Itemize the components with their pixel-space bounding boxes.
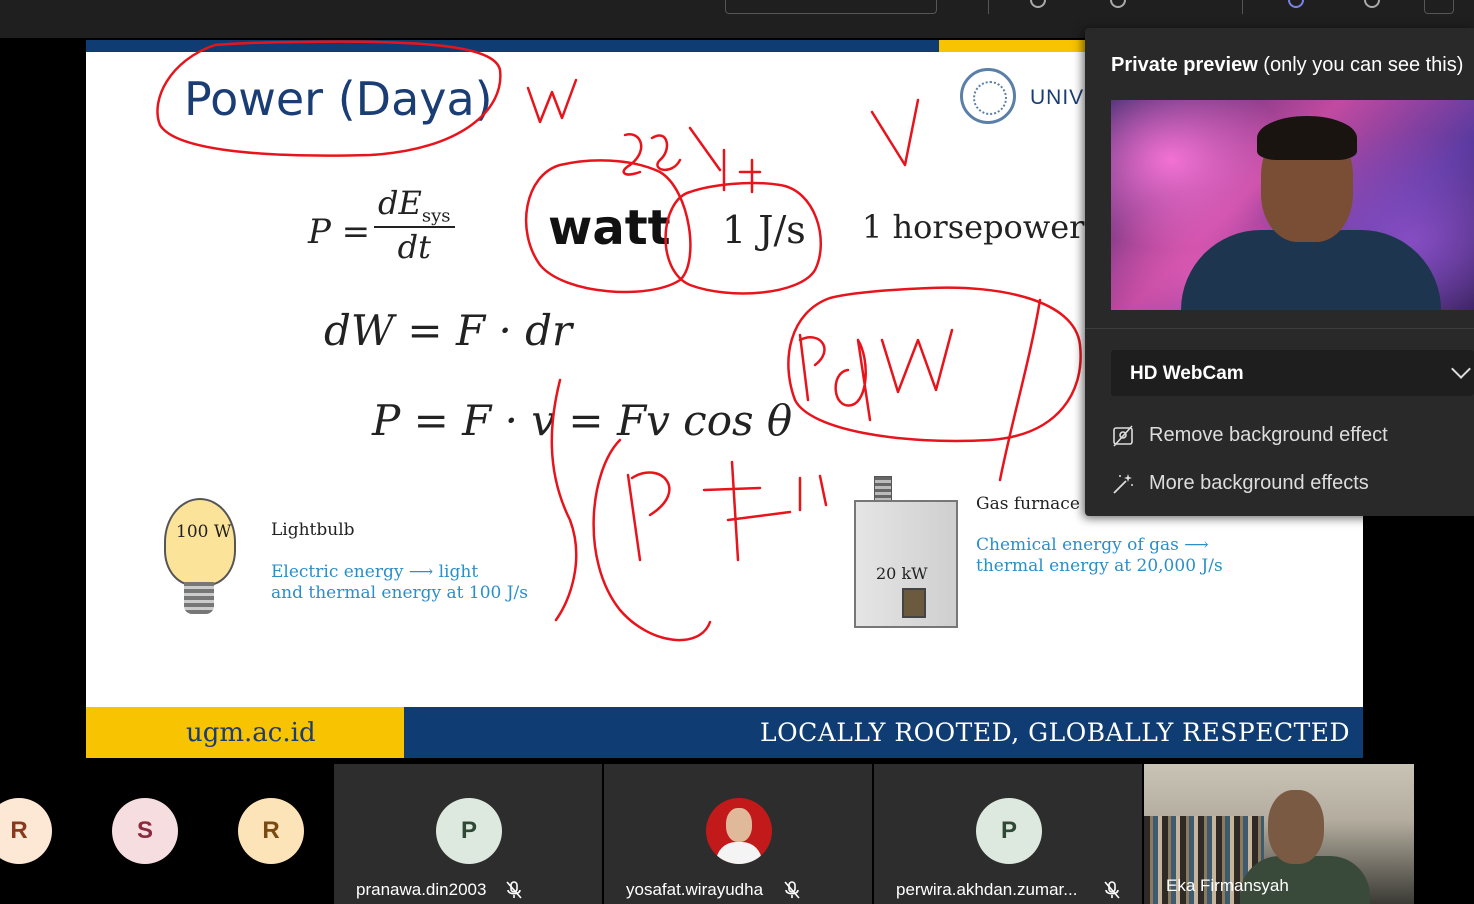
participants-strip: R S R P pranawa.din2003 yosafat.wirayudh… [0,760,1474,904]
preview-person-hair [1257,116,1357,160]
participant-name: pranawa.din2003 [356,880,487,899]
toolbar-button[interactable] [725,0,937,14]
no-background-icon [1113,425,1133,447]
preview-title: Private preview (only you can see this) [1111,54,1463,77]
bulb-base [184,582,214,614]
bulb-wattage: 100 W [176,522,232,542]
magic-wand-icon [1113,474,1133,494]
chevron-down-icon [1451,359,1471,379]
furnace-flame-window [902,588,926,618]
participant-avatar[interactable]: S [112,798,178,864]
photo-face [726,808,752,842]
horsepower-text: 1 horsepower = [862,208,1122,246]
mic-icon[interactable] [1364,0,1380,8]
preview-person-body [1181,230,1441,310]
footer-url: ugm.ac.id [186,718,316,748]
power-fraction: dEsys dt [374,184,455,266]
furnace-flue [874,476,892,502]
power-fraction-numerator: dEsys [374,184,455,229]
work-equation: dW = F · dr [324,306,573,355]
toolbar-divider [1242,0,1243,14]
furnace-caption-line-1: Chemical energy of gas ⟶ [976,535,1209,555]
more-background-option[interactable]: More background effects [1111,468,1471,500]
speaker-video-tile[interactable]: Eka Firmansyah [1144,764,1414,904]
participant-name: Eka Firmansyah [1166,876,1289,895]
participant-tile[interactable]: P pranawa.din2003 [334,764,602,904]
slide-top-band-blue [86,40,939,52]
furnace-caption-line-2: thermal energy at 20,000 J/s [976,556,1223,576]
self-video-preview [1111,100,1474,310]
lightbulb-icon [164,498,236,586]
speaker-head [1268,790,1324,864]
unit-watt: watt [548,200,671,256]
power-fraction-denominator: dt [397,228,431,267]
mic-off-icon [1104,881,1120,899]
camera-select[interactable]: HD WebCam [1111,350,1474,396]
lightbulb-caption-line-1: Electric energy ⟶ light [271,562,479,582]
participant-photo-avatar [706,798,772,864]
reactions-icon[interactable] [1030,0,1046,8]
numerator-text: dE [378,184,422,222]
participant-avatar: P [436,798,502,864]
participant-name: yosafat.wirayudha [626,880,764,899]
share-button[interactable] [1424,0,1454,14]
more-background-label: More background effects [1149,472,1369,494]
camera-icon[interactable] [1288,0,1304,8]
furnace-title: Gas furnace [976,494,1080,514]
lightbulb-caption-line-2: and thermal energy at 100 J/s [271,583,529,603]
private-preview-panel: Private preview (only you can see this) … [1085,28,1474,516]
footer-motto: LOCALLY ROOTED, GLOBALLY RESPECTED [760,718,1351,747]
lightbulb-title: Lightbulb [271,520,355,540]
remove-background-option[interactable]: Remove background effect [1111,420,1471,452]
university-logo [960,68,1016,124]
photo-shirt [716,842,762,864]
mic-off-icon [506,881,522,899]
participant-avatar: P [976,798,1042,864]
participant-tile[interactable]: yosafat.wirayudha [604,764,872,904]
furnace-power: 20 kW [876,564,928,583]
mic-off-icon [784,881,800,899]
remove-background-label: Remove background effect [1149,424,1388,446]
toolbar-divider [988,0,989,14]
participant-tile[interactable]: P perwira.akhdan.zumar... [874,764,1142,904]
power-equation-lhs: P = [308,212,371,252]
participant-name: perwira.akhdan.zumar... [896,880,1078,899]
more-options-icon[interactable] [1110,0,1126,8]
participant-avatar[interactable]: R [238,798,304,864]
unit-joule-per-second: 1 J/s [722,208,806,252]
slide-title: Power (Daya) [184,72,493,126]
preview-divider [1085,328,1474,329]
preview-title-rest: (only you can see this) [1257,54,1464,76]
numerator-subscript: sys [421,205,451,227]
power-force-velocity-equation: P = F · v = Fv cos θ [372,396,793,445]
camera-select-value: HD WebCam [1130,363,1244,384]
meeting-window: Power (Daya) UNIVE P = dEsys dt watt 1 J… [0,0,1474,904]
preview-title-bold: Private preview [1111,54,1258,76]
